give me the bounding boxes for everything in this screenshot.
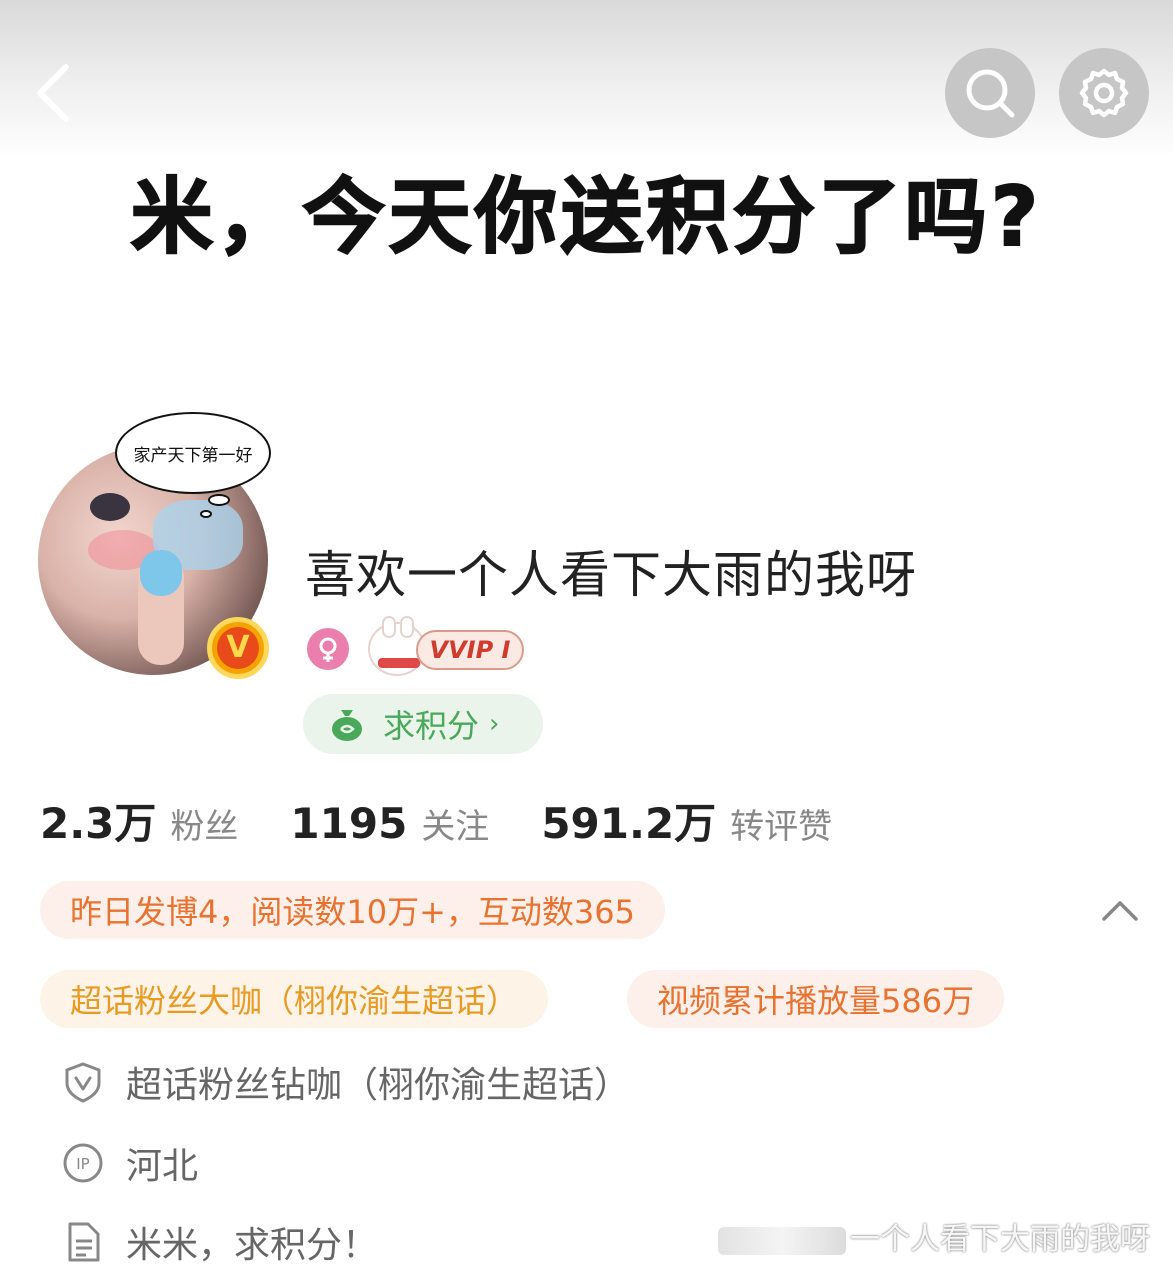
shield-v-icon [62, 1061, 104, 1103]
thought-bubble-dot [200, 510, 212, 518]
back-button[interactable] [22, 55, 92, 135]
svg-text:IP: IP [76, 1155, 89, 1173]
female-icon [307, 628, 349, 670]
bio-text: 米米，求积分！ [126, 1225, 379, 1264]
vvip-badge[interactable]: VVIP I [368, 616, 526, 676]
ip-location-row: IP 河北 [62, 1133, 198, 1193]
chevron-right-icon: › [489, 709, 500, 739]
search-button[interactable] [945, 48, 1035, 138]
money-bag-icon [332, 710, 362, 741]
engagement-label[interactable]: 转评赞 [730, 799, 832, 848]
engagement-count[interactable]: 591.2万 [541, 790, 716, 851]
followers-count[interactable]: 2.3万 [40, 790, 156, 851]
collapse-button[interactable] [1100, 895, 1140, 925]
gear-icon [1079, 68, 1129, 118]
ip-icon: IP [62, 1142, 104, 1184]
verified-badge-label: V [217, 627, 259, 669]
request-points-button[interactable]: 求积分 › [303, 694, 543, 754]
settings-button[interactable] [1059, 48, 1149, 138]
video-plays-tag[interactable]: 视频累计播放量586万 [627, 970, 1005, 1028]
back-arrow-icon [37, 64, 69, 122]
banner-title: 米，今天你送积分了吗? [130, 169, 1043, 266]
watermark-handle [718, 1226, 846, 1255]
followers-label[interactable]: 粉丝 [170, 799, 238, 848]
watermark: 一个人看下大雨的我呀 [718, 1214, 1150, 1258]
request-points-label: 求积分 [383, 707, 480, 745]
yesterday-stats-tag[interactable]: 昨日发博4，阅读数10万+，互动数365 [40, 881, 665, 939]
search-icon [966, 69, 1015, 118]
bio-row: 米米，求积分！ [62, 1212, 378, 1264]
super-fan-tag[interactable]: 超话粉丝大咖（栩你渝生超话） [40, 970, 549, 1028]
verified-badge: V [207, 617, 269, 679]
diamond-fan-row[interactable]: 超话粉丝钻咖（栩你渝生超话） [62, 1052, 630, 1112]
document-icon [62, 1221, 104, 1263]
thought-bubble-dot [208, 494, 230, 506]
profile-stats: 2.3万 粉丝 1195 关注 591.2万 转评赞 [40, 790, 832, 850]
ip-location-text: 河北 [126, 1146, 199, 1187]
following-count[interactable]: 1195 [290, 799, 407, 848]
username: 喜欢一个人看下大雨的我呀 [305, 546, 917, 604]
chevron-up-icon [1102, 901, 1138, 921]
following-label[interactable]: 关注 [421, 799, 489, 848]
vvip-label: VVIP I [416, 630, 524, 670]
watermark-text: 一个人看下大雨的我呀 [850, 1222, 1150, 1257]
diamond-fan-text: 超话粉丝钻咖（栩你渝生超话） [126, 1065, 631, 1106]
avatar-thought-bubble: 家产天下第一好 [115, 412, 271, 494]
